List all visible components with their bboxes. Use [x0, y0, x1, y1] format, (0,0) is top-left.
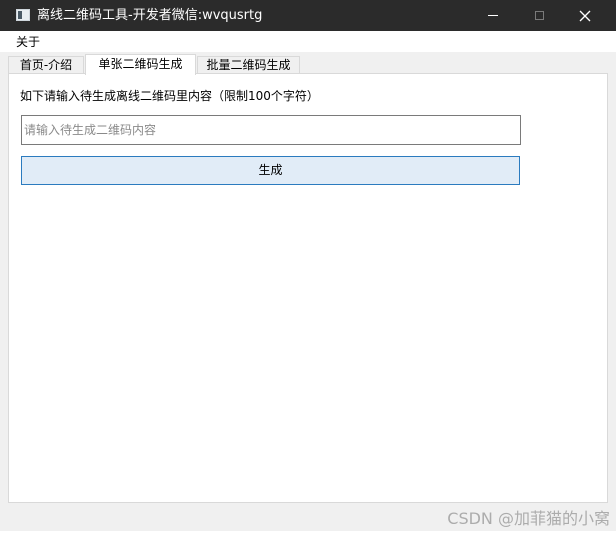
generate-button[interactable]: 生成: [21, 156, 520, 185]
minimize-icon: [488, 15, 498, 16]
maximize-button[interactable]: [516, 0, 562, 31]
menu-item-about[interactable]: 关于: [16, 34, 40, 50]
tab-batch-qr[interactable]: 批量二维码生成: [197, 56, 300, 74]
window-bottom-edge: [0, 531, 616, 539]
tab-content-panel: 如下请输入待生成离线二维码里内容（限制100个字符） 生成: [8, 73, 608, 503]
minimize-button[interactable]: [470, 0, 516, 31]
maximize-icon: [534, 11, 544, 20]
close-icon: [579, 10, 591, 21]
app-window-icon: [16, 9, 30, 21]
instruction-label: 如下请输入待生成离线二维码里内容（限制100个字符）: [20, 89, 319, 103]
tab-single-qr[interactable]: 单张二维码生成: [85, 54, 196, 75]
app-window: 离线二维码工具-开发者微信:wvqusrtg 关于 首页-介绍 单张二维码生成 …: [0, 0, 616, 539]
qr-content-input[interactable]: [21, 115, 521, 145]
watermark: CSDN @加菲猫的小窝: [447, 509, 610, 528]
tab-home-intro[interactable]: 首页-介绍: [8, 56, 84, 74]
menu-bar: 关于: [0, 31, 616, 52]
close-button[interactable]: [562, 0, 608, 31]
title-bar[interactable]: 离线二维码工具-开发者微信:wvqusrtg: [0, 0, 616, 31]
window-title: 离线二维码工具-开发者微信:wvqusrtg: [37, 8, 263, 23]
tab-bar: 首页-介绍 单张二维码生成 批量二维码生成: [8, 54, 608, 75]
